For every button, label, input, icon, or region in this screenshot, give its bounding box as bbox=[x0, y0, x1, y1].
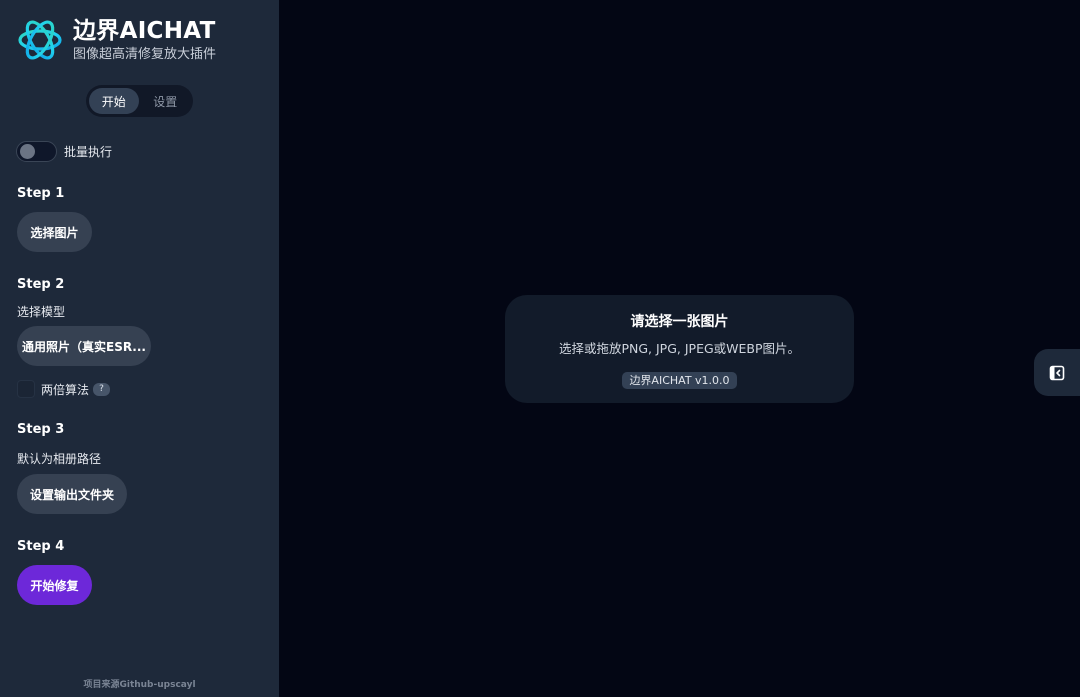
app-subtitle: 图像超高清修复放大插件 bbox=[73, 47, 217, 62]
step3-title: Step 3 bbox=[17, 422, 65, 437]
main-area: 请选择一张图片 选择或拖放PNG, JPG, JPEG或WEBP图片。 边界AI… bbox=[279, 0, 1080, 697]
toggle-knob bbox=[20, 144, 35, 159]
collapse-panel-button[interactable] bbox=[1034, 349, 1080, 396]
card-title: 请选择一张图片 bbox=[630, 314, 729, 330]
tab-bar: 开始 设置 bbox=[86, 85, 193, 117]
select-model-button[interactable]: 通用照片（真实ESR... bbox=[17, 326, 151, 366]
step3-desc: 默认为相册路径 bbox=[17, 452, 102, 466]
drop-zone-card[interactable]: 请选择一张图片 选择或拖放PNG, JPG, JPEG或WEBP图片。 边界AI… bbox=[505, 295, 854, 403]
brand: 边界AICHAT 图像超高清修复放大插件 bbox=[16, 16, 216, 64]
help-icon[interactable]: ? bbox=[93, 382, 111, 396]
step1-title: Step 1 bbox=[17, 186, 65, 201]
batch-toggle-label: 批量执行 bbox=[64, 145, 113, 159]
sidebar: 边界AICHAT 图像超高清修复放大插件 开始 设置 批量执行 Step 1 选… bbox=[0, 0, 279, 697]
app-window: 边界AICHAT 图像超高清修复放大插件 开始 设置 批量执行 Step 1 选… bbox=[0, 0, 1080, 697]
footer-source-link[interactable]: 项目来源Github-upscayl bbox=[0, 677, 279, 690]
swirl-logo-icon bbox=[18, 20, 62, 60]
batch-toggle[interactable] bbox=[16, 141, 57, 162]
collapse-panel-icon bbox=[1049, 365, 1065, 380]
select-image-button[interactable]: 选择图片 bbox=[17, 212, 92, 252]
double-algorithm-label: 两倍算法 bbox=[41, 382, 90, 397]
version-badge: 边界AICHAT v1.0.0 bbox=[622, 372, 737, 389]
step2-title: Step 2 bbox=[17, 277, 65, 292]
double-algorithm-checkbox[interactable] bbox=[17, 380, 35, 398]
start-repair-button[interactable]: 开始修复 bbox=[17, 565, 92, 605]
double-algorithm-row: 两倍算法 ? bbox=[17, 380, 111, 398]
app-title: 边界AICHAT bbox=[73, 18, 216, 44]
step2-desc: 选择模型 bbox=[17, 305, 66, 319]
step4-title: Step 4 bbox=[17, 539, 65, 554]
tab-start[interactable]: 开始 bbox=[89, 88, 139, 114]
set-output-folder-button[interactable]: 设置输出文件夹 bbox=[17, 474, 127, 514]
tab-settings[interactable]: 设置 bbox=[141, 88, 191, 114]
card-description: 选择或拖放PNG, JPG, JPEG或WEBP图片。 bbox=[558, 341, 801, 356]
batch-toggle-row: 批量执行 bbox=[16, 141, 112, 162]
